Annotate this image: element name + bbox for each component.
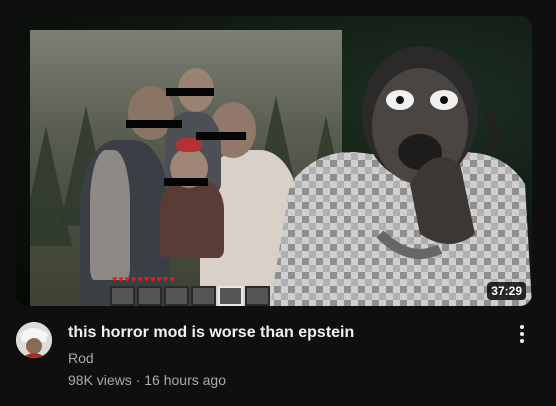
video-stats: 98K views · 16 hours ago [68, 370, 226, 390]
censor-bar [126, 120, 182, 128]
video-metadata: this horror mod is worse than epstein Ro… [16, 318, 540, 398]
video-card[interactable]: ♥♥♥♥♥♥♥♥♥♥ 37:29 this horror mod is wors… [0, 0, 556, 406]
view-count: 98K views [68, 372, 132, 388]
hotbar-slot-selected [218, 286, 243, 306]
hotbar-slot [164, 286, 189, 306]
video-thumbnail[interactable]: ♥♥♥♥♥♥♥♥♥♥ 37:29 [16, 16, 532, 306]
game-hotbar [110, 286, 270, 306]
hotbar-slot [110, 286, 135, 306]
channel-avatar[interactable] [16, 322, 52, 358]
more-options-button[interactable] [512, 322, 532, 346]
censor-bar [166, 88, 214, 96]
censor-bar [196, 132, 246, 140]
health-hearts: ♥♥♥♥♥♥♥♥♥♥ [112, 274, 176, 284]
hotbar-slot [191, 286, 216, 306]
avatar-image [16, 322, 52, 358]
shocked-streamer-image [270, 46, 532, 306]
vertical-dots-icon [520, 332, 524, 336]
upload-age: 16 hours ago [144, 372, 226, 388]
stats-separator: · [135, 372, 141, 388]
censor-bar [164, 178, 208, 186]
channel-name[interactable]: Rod [68, 348, 94, 368]
video-duration-badge: 37:29 [487, 282, 526, 300]
vertical-dots-icon [520, 325, 524, 329]
hotbar-slot [137, 286, 162, 306]
vertical-dots-icon [520, 339, 524, 343]
video-title[interactable]: this horror mod is worse than epstein [68, 322, 488, 344]
